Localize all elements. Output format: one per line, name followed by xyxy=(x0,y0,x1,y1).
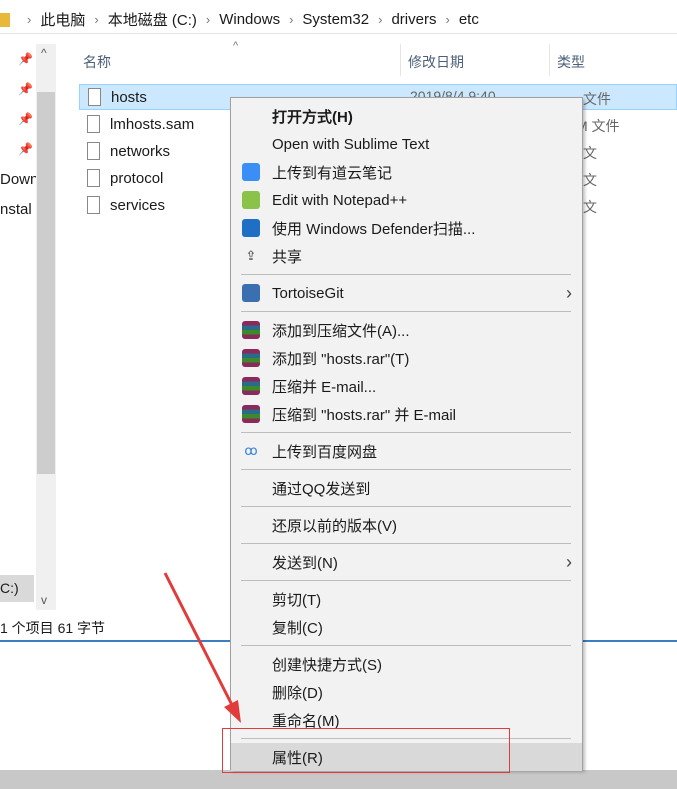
annotation-arrow xyxy=(163,572,241,723)
